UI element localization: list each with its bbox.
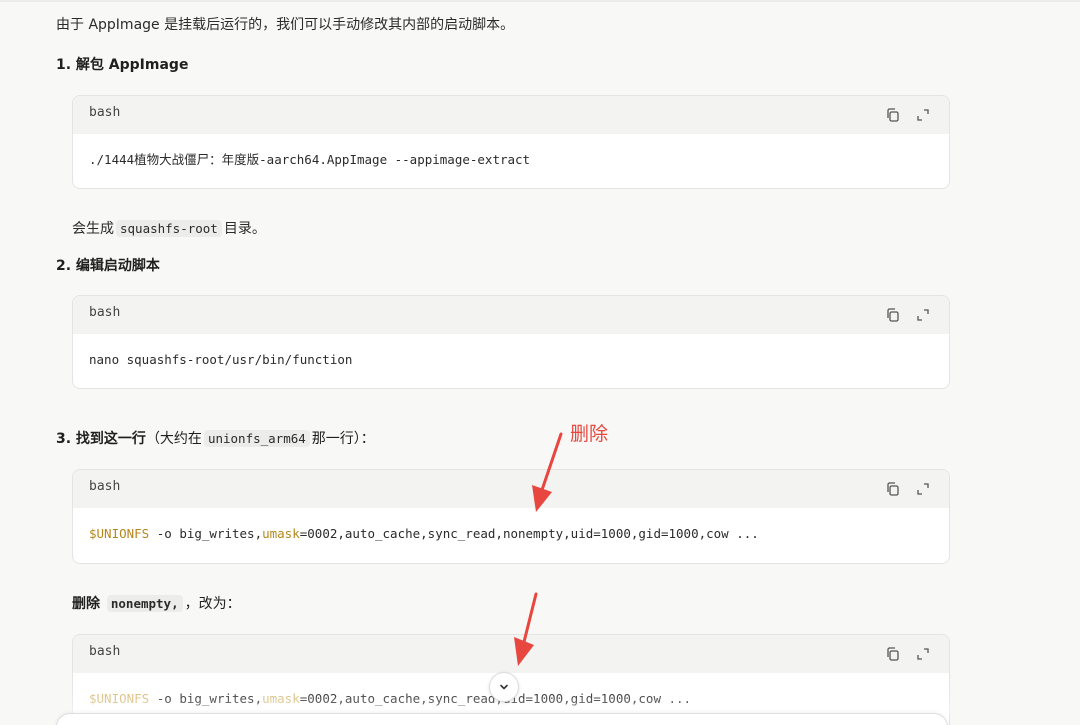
code-line: $UNIONFS -o big_writes,umask=0002,auto_c… xyxy=(73,508,949,561)
code-block-header: bash xyxy=(73,470,949,508)
code-text: -o big_writes, xyxy=(149,691,263,706)
code-lang-label: bash xyxy=(89,479,121,494)
chevron-down-icon xyxy=(500,684,508,690)
code-text: =0002,auto_cache,sync_read,nonempty,uid=… xyxy=(299,526,759,541)
copy-icon[interactable] xyxy=(885,307,901,323)
expand-icon[interactable] xyxy=(915,481,931,497)
annotation-arrow-icon xyxy=(532,432,563,512)
code-var-umask: umask xyxy=(262,691,300,706)
code-block-extract: bash ./1444植物大战僵尸：年度版-aarch64.AppImage -… xyxy=(72,95,950,189)
code-var-umask: umask xyxy=(262,526,300,541)
expand-icon[interactable] xyxy=(915,107,931,123)
result-prefix: 会生成 xyxy=(72,221,114,237)
inline-code-unionfs: unionfs_arm64 xyxy=(203,430,310,447)
expand-icon[interactable] xyxy=(915,307,931,323)
step3-heading: 3. 找到这一行（大约在 unionfs_arm64 那一行）： xyxy=(56,429,375,449)
copy-icon[interactable] xyxy=(885,107,901,123)
code-lang-label: bash xyxy=(89,305,121,320)
scroll-to-bottom-button[interactable] xyxy=(489,672,519,702)
copy-icon[interactable] xyxy=(885,646,901,662)
step3-paren-open: （大约在 xyxy=(145,431,202,447)
code-var-unionfs: $UNIONFS xyxy=(89,526,150,541)
annotation-delete-label: 删除 xyxy=(570,423,609,445)
inline-code-squashfs: squashfs-root xyxy=(116,220,222,237)
code-lang-label: bash xyxy=(89,105,121,120)
top-divider xyxy=(0,0,1080,2)
code-lang-label: bash xyxy=(89,644,121,659)
code-block-header: bash xyxy=(73,296,949,334)
code-line: ./1444植物大战僵尸：年度版-aarch64.AppImage --appi… xyxy=(89,152,531,167)
inline-code-nonempty: nonempty, xyxy=(106,595,183,612)
code-block-edit: bash nano squashfs-root/usr/bin/function xyxy=(72,295,950,389)
code-line: nano squashfs-root/usr/bin/function xyxy=(89,352,353,367)
step3-title: 3. 找到这一行 xyxy=(56,431,146,447)
delete-note-suffix: ，改为： xyxy=(184,596,241,612)
result-suffix: 目录。 xyxy=(223,221,266,237)
code-text: -o big_writes, xyxy=(149,526,263,541)
delete-note-label: 删除 xyxy=(72,596,100,612)
code-var-unionfs: $UNIONFS xyxy=(89,691,150,706)
extract-result-text: 会生成 squashfs-root 目录。 xyxy=(72,219,266,239)
step2-heading: 2. 编辑启动脚本 xyxy=(56,258,160,274)
expand-icon[interactable] xyxy=(915,646,931,662)
copy-icon[interactable] xyxy=(885,481,901,497)
annotation-arrow-icon xyxy=(514,592,538,666)
chat-page: 由于 AppImage 是挂载后运行的，我们可以手动修改其内部的启动脚本。 1.… xyxy=(0,0,1080,725)
step3-paren-close: 那一行）： xyxy=(311,431,375,447)
code-block-header: bash xyxy=(73,96,949,134)
code-block-original-line: bash $UNIONFS -o big_writes,umask=0002,a… xyxy=(72,469,950,564)
step1-heading: 1. 解包 AppImage xyxy=(56,57,189,73)
message-input-card[interactable] xyxy=(56,713,948,725)
intro-paragraph: 由于 AppImage 是挂载后运行的，我们可以手动修改其内部的启动脚本。 xyxy=(56,17,515,33)
delete-note: 删除 nonempty, ，改为： xyxy=(72,594,241,614)
